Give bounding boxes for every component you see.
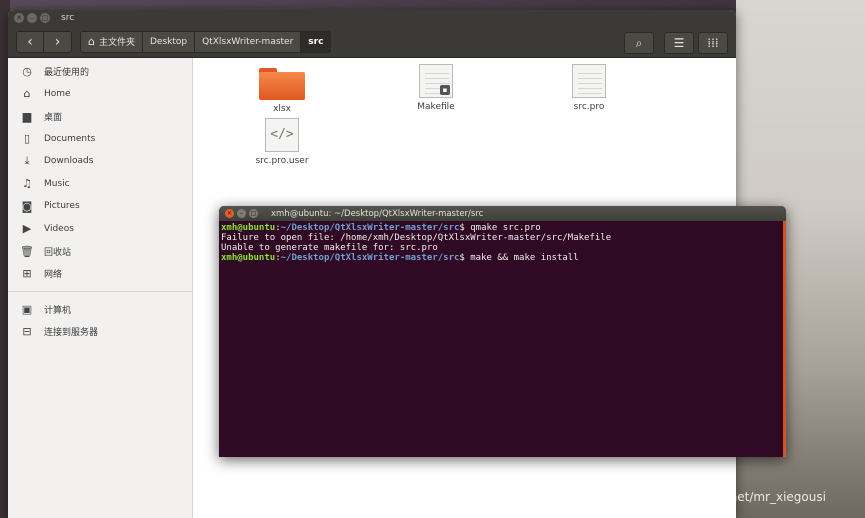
network-icon: ⊞ [22,267,32,281]
file-name: src.pro.user [255,156,309,166]
sidebar-item-videos[interactable]: ▶ Videos [8,218,192,241]
chevron-right-icon: › [54,33,61,50]
trash-icon: 🗑 [20,244,34,258]
lock-icon: ▪ [440,85,450,95]
music-icon: ♫ [22,177,32,191]
terminal-line: xmh@ubuntu:~/Desktop/QtXlsxWriter-master… [221,253,579,263]
sidebar-item-music[interactable]: ♫ Music [8,173,192,196]
forward-button[interactable]: › [44,30,72,53]
back-button[interactable]: ‹ [16,30,44,53]
file-item-src-pro[interactable]: src.pro [549,64,629,112]
sidebar-item-computer[interactable]: ▣ 计算机 [8,298,192,321]
sidebar-item-connect-server[interactable]: ⊟ 连接到服务器 [8,321,192,344]
chevron-left-icon: ‹ [27,33,33,50]
recent-icon: ◷ [22,64,32,78]
file-name: src.pro [573,102,605,112]
home-icon: ⌂ [88,35,95,48]
search-button[interactable]: ⌕ [624,32,654,54]
close-icon[interactable]: ✕ [225,209,234,218]
maximize-icon[interactable]: □ [249,209,258,218]
sidebar-item-home[interactable]: ⌂ Home [8,83,192,106]
minimize-icon[interactable]: – [237,209,246,218]
grid-view-button[interactable]: ⁞⁞⁞ [698,32,728,54]
terminal-output[interactable]: xmh@ubuntu:~/Desktop/QtXlsxWriter-master… [219,221,786,265]
sidebar-item-desktop[interactable]: ▆ 桌面 [8,105,192,128]
file-name: xlsx [273,104,291,114]
terminal-window[interactable]: ✕ – □ xmh@ubuntu: ~/Desktop/QtXlsxWriter… [219,206,786,457]
search-icon: ⌕ [635,35,643,50]
terminal-line: Unable to generate makefile for: src.pro [221,243,438,253]
sidebar-item-downloads[interactable]: ⤓ Downloads [8,150,192,173]
sidebar-item-recent[interactable]: ◷ 最近使用的 [8,60,192,83]
terminal-line: xmh@ubuntu:~/Desktop/QtXlsxWriter-master… [221,223,541,233]
list-view-icon: ☰ [673,36,685,50]
file-name: Makefile [417,102,455,112]
sidebar-item-trash[interactable]: 🗑 回收站 [8,240,192,263]
window-title: src [61,13,75,23]
file-item-makefile[interactable]: ▪ Makefile [396,64,476,112]
folder-icon [259,68,305,100]
sidebar-divider [8,291,192,292]
sidebar-item-documents[interactable]: ▯ Documents [8,128,192,151]
breadcrumb-qtxlsxwriter[interactable]: QtXlsxWriter-master [195,30,302,53]
sidebar-item-pictures[interactable]: ◙ Pictures [8,195,192,218]
documents-icon: ▯ [23,132,31,146]
maximize-icon[interactable]: □ [40,13,50,23]
file-item-src-pro-user[interactable]: </> src.pro.user [242,118,322,166]
places-sidebar: ◷ 最近使用的 ⌂ Home ▆ 桌面 ▯ Documents ⤓ Downloads ♫… [8,58,193,518]
watermark: https://blog.csdn.net/mr_xiegousi [625,490,826,504]
minimize-icon[interactable]: – [27,13,37,23]
code-file-icon: </> [265,118,299,152]
list-view-button[interactable]: ☰ [664,32,694,54]
grid-view-icon: ⁞⁞⁞ [707,36,719,50]
terminal-titlebar[interactable]: ✕ – □ xmh@ubuntu: ~/Desktop/QtXlsxWriter… [219,206,786,221]
locked-document-icon: ▪ [419,64,453,98]
terminal-title: xmh@ubuntu: ~/Desktop/QtXlsxWriter-maste… [271,208,484,219]
home-icon: ⌂ [23,87,31,101]
file-manager-headerbar: ‹ › ⌂ 主文件夹 Desktop QtXlsxWriter-master s… [8,26,736,58]
videos-icon: ▶ [22,222,32,236]
sidebar-item-network[interactable]: ⊞ 网络 [8,263,192,286]
connect-server-icon: ⊟ [22,325,32,339]
terminal-line: Failure to open file: /home/xmh/Desktop/… [221,233,612,243]
desktop-folder-icon: ▆ [22,109,32,123]
breadcrumb-home[interactable]: ⌂ 主文件夹 [80,30,143,53]
breadcrumb-desktop[interactable]: Desktop [143,30,196,53]
file-manager-titlebar[interactable]: ✕ – □ src [8,10,736,26]
close-icon[interactable]: ✕ [14,13,24,23]
downloads-icon: ⤓ [24,154,30,168]
file-item-xlsx[interactable]: xlsx [242,68,322,114]
computer-icon: ▣ [21,302,33,316]
document-icon [572,64,606,98]
breadcrumb-src[interactable]: src [301,30,332,53]
pictures-icon: ◙ [21,199,33,213]
terminal-scroll-edge [783,221,786,457]
